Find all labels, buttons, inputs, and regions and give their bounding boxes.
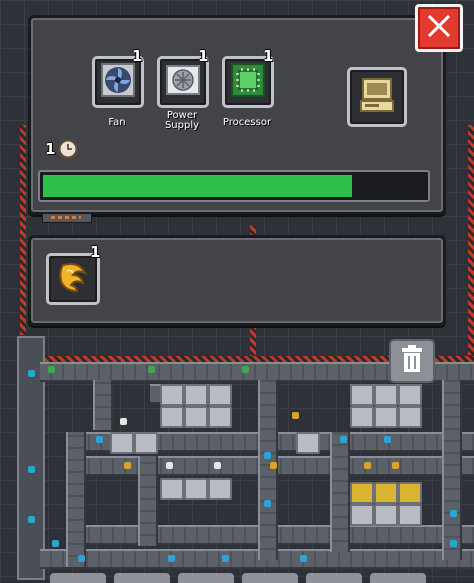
conveyor-belt[interactable] — [330, 432, 350, 552]
item — [120, 418, 127, 425]
panel-connector — [42, 213, 92, 223]
gold-ore-icon — [55, 259, 91, 299]
machine[interactable] — [398, 406, 422, 428]
power-supply-icon — [165, 62, 201, 102]
machine[interactable] — [160, 478, 184, 500]
conveyor-belt[interactable] — [40, 549, 474, 569]
processor-icon — [230, 62, 266, 102]
item — [384, 436, 391, 443]
conveyor-belt[interactable] — [258, 380, 278, 560]
toolbar-tab[interactable] — [306, 573, 362, 583]
hazard-stripe-right — [468, 125, 474, 355]
item — [222, 555, 229, 562]
toolbar-tab[interactable] — [50, 573, 106, 583]
craft-time-value: 1 — [45, 140, 56, 158]
crafting-progress-fill — [43, 175, 352, 197]
machine[interactable] — [350, 384, 374, 406]
close-button[interactable] — [415, 4, 463, 52]
output-slot-computer[interactable] — [347, 67, 407, 127]
trash-icon — [400, 345, 424, 377]
fan-count: 1 — [132, 47, 143, 65]
machine[interactable] — [350, 406, 374, 428]
machine[interactable] — [374, 504, 398, 526]
hazard-stripe-left — [20, 125, 26, 335]
power-supply-count: 1 — [198, 47, 209, 65]
crafting-progress-bar — [38, 170, 430, 202]
processor-count: 1 — [263, 47, 274, 65]
toolbar-tab[interactable] — [114, 573, 170, 583]
computer-icon — [357, 75, 397, 119]
item — [52, 540, 59, 547]
clock-icon — [58, 139, 78, 163]
machine[interactable] — [110, 432, 134, 454]
item — [124, 462, 131, 469]
machine[interactable] — [208, 478, 232, 500]
machine[interactable] — [296, 432, 320, 454]
item — [270, 462, 277, 469]
machine[interactable] — [184, 384, 208, 406]
machine[interactable] — [184, 478, 208, 500]
item — [168, 555, 175, 562]
machine[interactable] — [208, 406, 232, 428]
item — [364, 462, 371, 469]
item — [450, 540, 457, 547]
toolbar-tab[interactable] — [242, 573, 298, 583]
fan-icon — [100, 62, 136, 102]
trash-button[interactable] — [389, 339, 435, 383]
item — [214, 462, 221, 469]
machine[interactable] — [134, 432, 158, 454]
close-icon — [426, 13, 452, 43]
item — [28, 370, 35, 377]
item — [340, 436, 347, 443]
item — [48, 366, 55, 373]
item — [242, 366, 249, 373]
conveyor-belt[interactable] — [138, 456, 158, 546]
toolbar-tab[interactable] — [178, 573, 234, 583]
conveyor-belt[interactable] — [66, 432, 86, 567]
machine[interactable] — [160, 406, 184, 428]
item — [28, 516, 35, 523]
item — [264, 500, 271, 507]
item — [392, 462, 399, 469]
item — [292, 412, 299, 419]
power-supply-label: Power Supply — [164, 110, 200, 131]
item — [28, 466, 35, 473]
item — [148, 366, 155, 373]
machine[interactable] — [374, 406, 398, 428]
machine[interactable] — [350, 504, 374, 526]
machine[interactable] — [350, 482, 374, 504]
conveyor-belt[interactable] — [93, 380, 113, 430]
machine[interactable] — [374, 384, 398, 406]
machine[interactable] — [398, 384, 422, 406]
item — [166, 462, 173, 469]
machine[interactable] — [160, 384, 184, 406]
conveyor-belt[interactable] — [442, 380, 462, 560]
item — [300, 555, 307, 562]
fan-label: Fan — [108, 117, 126, 128]
item — [264, 452, 271, 459]
machine[interactable] — [208, 384, 232, 406]
item — [450, 510, 457, 517]
item — [96, 436, 103, 443]
processor-label: Processor — [222, 117, 272, 128]
inventory-slot-count: 1 — [90, 243, 101, 261]
toolbar-tab[interactable] — [370, 573, 426, 583]
machine[interactable] — [184, 406, 208, 428]
machine[interactable] — [398, 482, 422, 504]
machine[interactable] — [374, 482, 398, 504]
item — [78, 555, 85, 562]
machine[interactable] — [398, 504, 422, 526]
